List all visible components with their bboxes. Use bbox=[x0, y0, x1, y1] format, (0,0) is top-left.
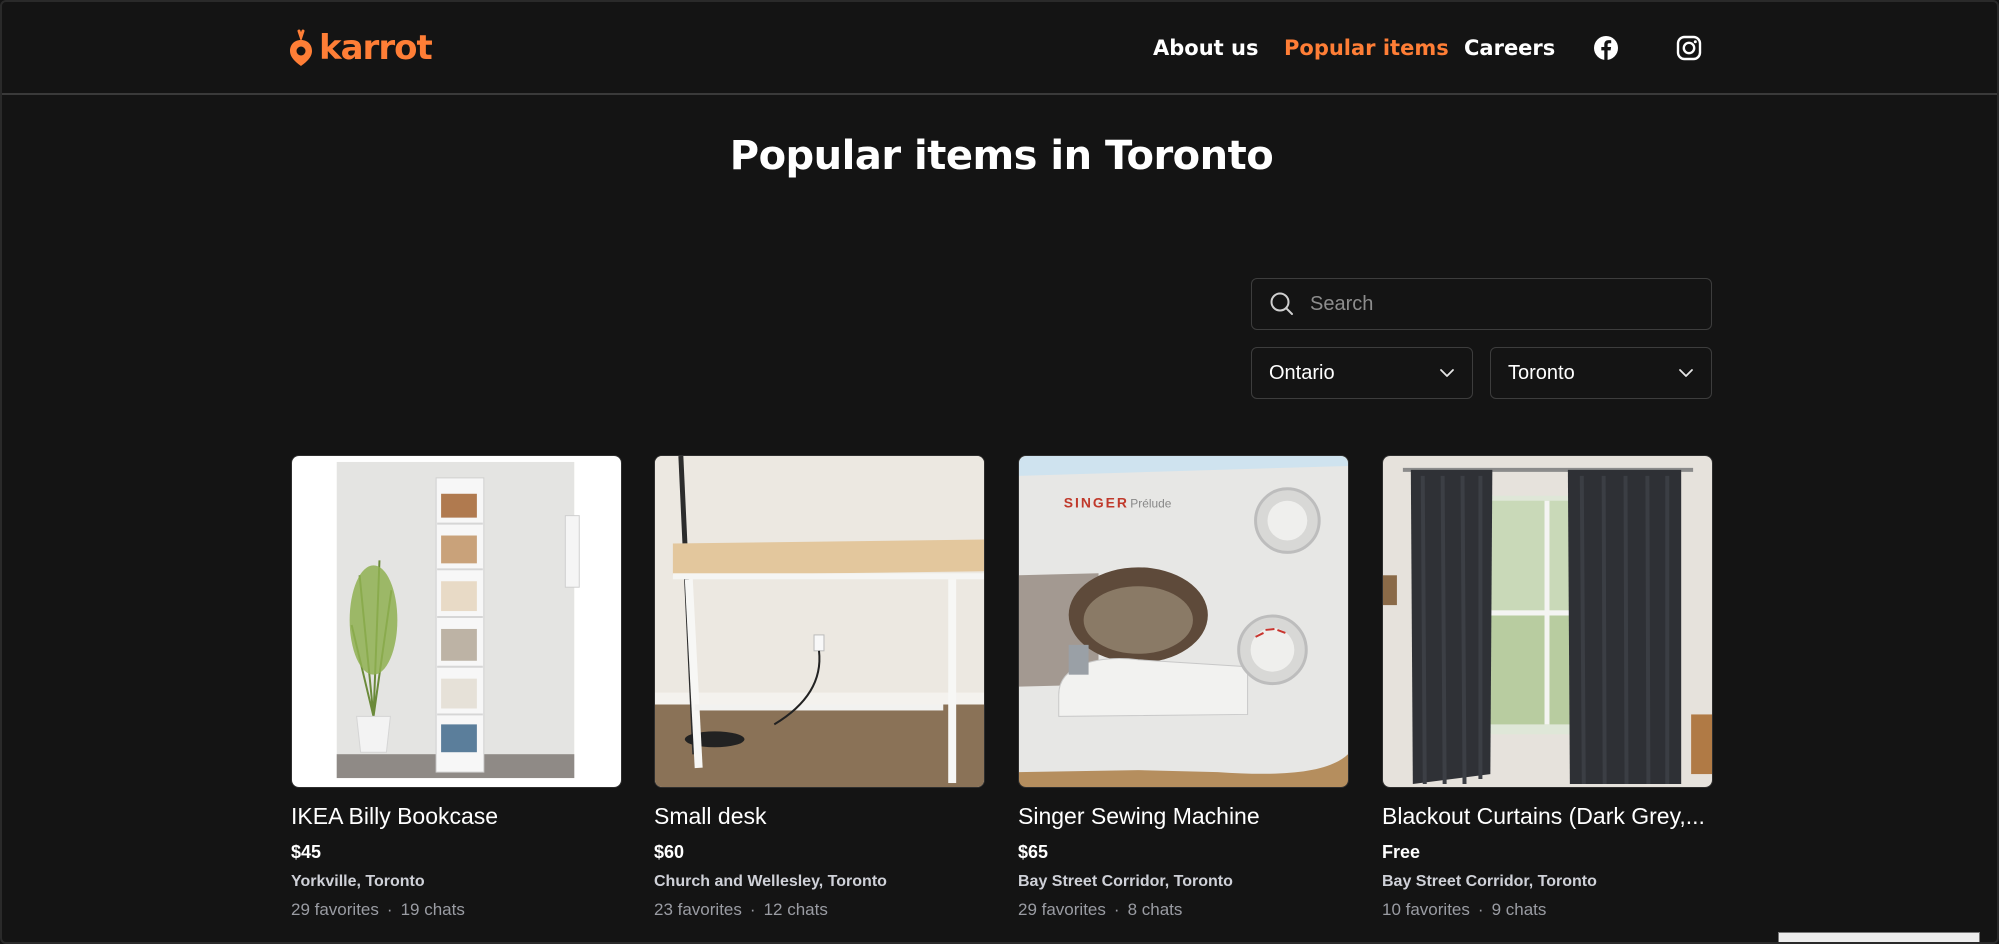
item-photo[interactable] bbox=[291, 455, 622, 788]
item-stats: 10 favorites · 9 chats bbox=[1382, 899, 1713, 921]
item-chats: 19 chats bbox=[400, 900, 465, 919]
item-favorites: 29 favorites bbox=[291, 900, 379, 919]
nav-about-us[interactable]: About us bbox=[1153, 32, 1258, 64]
item-card[interactable]: Blackout Curtains (Dark Grey,... Free Ba… bbox=[1382, 455, 1713, 921]
item-stats: 29 favorites · 19 chats bbox=[291, 899, 622, 921]
bookcase-photo bbox=[292, 456, 621, 787]
item-price: Free bbox=[1382, 842, 1421, 862]
item-chats: 9 chats bbox=[1491, 900, 1547, 919]
item-title[interactable]: Small desk bbox=[654, 801, 985, 831]
city-select-value: Toronto bbox=[1508, 361, 1575, 384]
item-price: $60 bbox=[654, 842, 685, 862]
item-title[interactable]: IKEA Billy Bookcase bbox=[291, 801, 622, 831]
nav-popular-items[interactable]: Popular items bbox=[1284, 32, 1449, 64]
item-title[interactable]: Blackout Curtains (Dark Grey,... bbox=[1382, 801, 1713, 831]
search-icon bbox=[1270, 292, 1293, 315]
item-photo[interactable] bbox=[654, 455, 985, 788]
item-card[interactable]: Small desk $60 Church and Wellesley, Tor… bbox=[654, 455, 985, 921]
item-stats: 23 favorites · 12 chats bbox=[654, 899, 985, 921]
instagram-icon[interactable] bbox=[1675, 34, 1703, 62]
window-thumbnail bbox=[1778, 932, 1980, 942]
item-stats: 29 favorites · 8 chats bbox=[1018, 899, 1349, 921]
city-select[interactable]: Toronto bbox=[1490, 347, 1712, 399]
item-title[interactable]: Singer Sewing Machine bbox=[1018, 801, 1349, 831]
item-favorites: 29 favorites bbox=[1018, 900, 1106, 919]
item-location: Bay Street Corridor, Toronto bbox=[1018, 873, 1233, 890]
carrot-logo-icon bbox=[290, 29, 312, 66]
item-price: $65 bbox=[1018, 842, 1049, 862]
browser-page: karrot About us Popular items Careers Po… bbox=[0, 0, 1999, 944]
brand-name: karrot bbox=[319, 28, 433, 68]
singer-brand-label: SINGER bbox=[1064, 495, 1129, 511]
separator-dot: · bbox=[1477, 900, 1484, 919]
item-card[interactable]: IKEA Billy Bookcase $45 Yorkville, Toron… bbox=[291, 455, 622, 921]
page-title: Popular items in Toronto bbox=[729, 133, 1274, 179]
item-favorites: 23 favorites bbox=[654, 900, 742, 919]
singer-model-label: Prélude bbox=[1130, 497, 1171, 511]
sewing-machine-photo: SINGER Prélude bbox=[1019, 456, 1348, 787]
item-location: Yorkville, Toronto bbox=[291, 873, 425, 890]
search-box[interactable] bbox=[1251, 278, 1712, 330]
item-location: Bay Street Corridor, Toronto bbox=[1382, 873, 1597, 890]
site-header: karrot About us Popular items Careers bbox=[2, 2, 1997, 95]
item-photo[interactable]: SINGER Prélude bbox=[1018, 455, 1349, 788]
item-favorites: 10 favorites bbox=[1382, 900, 1470, 919]
item-price: $45 bbox=[291, 842, 322, 862]
item-card[interactable]: SINGER Prélude Singer Sewing Machine $65… bbox=[1018, 455, 1349, 921]
nav-careers[interactable]: Careers bbox=[1464, 32, 1555, 64]
desk-photo bbox=[655, 456, 984, 787]
search-input[interactable] bbox=[1308, 279, 1711, 329]
curtains-photo bbox=[1383, 456, 1712, 787]
item-chats: 12 chats bbox=[763, 900, 828, 919]
item-location: Church and Wellesley, Toronto bbox=[654, 873, 887, 890]
item-photo[interactable] bbox=[1382, 455, 1713, 788]
province-select[interactable]: Ontario bbox=[1251, 347, 1473, 399]
separator-dot: · bbox=[386, 900, 393, 919]
chevron-down-icon bbox=[1679, 369, 1693, 377]
karrot-logo[interactable]: karrot bbox=[289, 28, 433, 68]
separator-dot: · bbox=[1113, 900, 1120, 919]
chevron-down-icon bbox=[1440, 369, 1454, 377]
item-chats: 8 chats bbox=[1127, 900, 1183, 919]
separator-dot: · bbox=[749, 900, 756, 919]
facebook-icon[interactable] bbox=[1592, 34, 1620, 62]
province-select-value: Ontario bbox=[1269, 361, 1335, 384]
